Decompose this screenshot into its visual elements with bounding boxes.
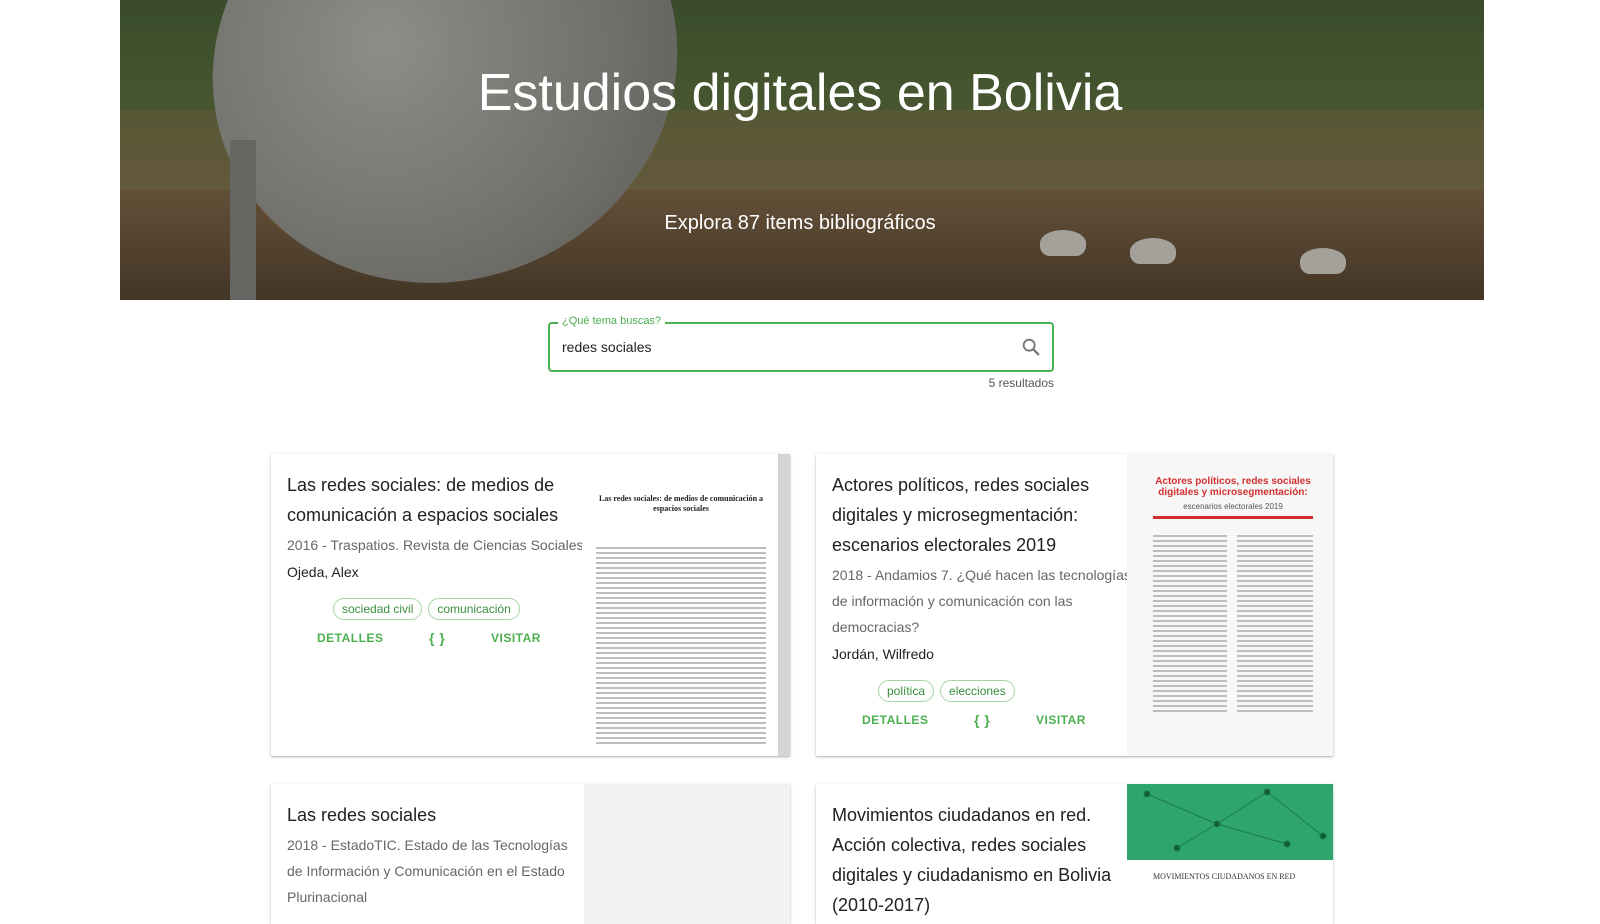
thumbnail-title: MOVIMIENTOS CIUDADANOS EN RED — [1153, 872, 1296, 881]
tag-chip[interactable]: comunicación — [428, 598, 520, 620]
thumbnail-text-lines — [1153, 532, 1227, 715]
result-card: Las redes sociales 2018 - EstadoTIC. Est… — [271, 784, 790, 924]
card-content: Actores políticos, redes sociales digita… — [832, 470, 1132, 728]
document-thumbnail: Actores políticos, redes sociales digita… — [1127, 454, 1333, 756]
card-title[interactable]: Las redes sociales — [287, 800, 587, 830]
thumbnail-title: Las redes sociales: de medios de comunic… — [598, 494, 764, 513]
search-icon[interactable] — [1020, 336, 1042, 358]
visit-button[interactable]: VISITAR — [491, 631, 541, 645]
card-actions: DETALLES { } VISITAR — [832, 712, 1132, 728]
tag-chip[interactable]: sociedad civil — [333, 598, 423, 620]
search-input[interactable]: redes sociales — [562, 339, 652, 355]
card-content: Movimientos ciudadanos en red. Acción co… — [832, 800, 1132, 920]
thumbnail-text-lines — [596, 544, 766, 747]
card-publication: 2016 - Traspatios. Revista de Ciencias S… — [287, 537, 584, 553]
document-thumbnail: MOVIMIENTOS CIUDADANOS EN RED — [1127, 784, 1333, 924]
page-title: Estudios digitales en Bolivia — [477, 64, 1123, 122]
thumbnail-text-lines — [1237, 532, 1313, 715]
network-graph-image — [1143, 788, 1327, 852]
card-author: Ojeda, Alex — [287, 564, 359, 580]
thumbnail-title: Actores políticos, redes sociales digita… — [1155, 476, 1311, 498]
card-publication: 2018 - EstadoTIC. Estado de las Tecnolog… — [287, 837, 568, 905]
result-card: Las redes sociales: de medios de comunic… — [271, 454, 790, 756]
tag-list: política elecciones — [832, 680, 1132, 702]
document-thumbnail: Las redes sociales: de medios de comunic… — [582, 454, 778, 756]
card-content: Las redes sociales: de medios de comunic… — [287, 470, 587, 646]
card-actions: DETALLES { } VISITAR — [287, 630, 587, 646]
result-card: Actores políticos, redes sociales digita… — [816, 454, 1333, 756]
card-title[interactable]: Movimientos ciudadanos en red. Acción co… — [832, 800, 1132, 920]
thumbnail-page: MOVIMIENTOS CIUDADANOS EN RED — [1127, 860, 1333, 924]
card-author: Jordán, Wilfredo — [832, 646, 934, 662]
card-publication: 2018 - Andamios 7. ¿Qué hacen las tecnol… — [832, 567, 1131, 635]
hero-overlay — [120, 0, 1484, 300]
page-subtitle: Explora 87 items bibliográficos — [664, 212, 936, 234]
card-title[interactable]: Actores políticos, redes sociales digita… — [832, 470, 1132, 560]
tag-chip[interactable]: política — [878, 680, 935, 702]
card-content: Las redes sociales 2018 - EstadoTIC. Est… — [287, 800, 587, 910]
thumbnail-scrollbar[interactable] — [778, 454, 790, 756]
thumbnail-subtitle: escenarios electorales 2019 — [1183, 502, 1283, 511]
visit-button[interactable]: VISITAR — [1036, 713, 1086, 727]
thumbnail-rule — [1153, 516, 1313, 519]
tag-list: sociedad civil comunicación — [287, 598, 587, 620]
search-label: ¿Qué tema buscas? — [558, 315, 666, 327]
details-button[interactable]: DETALLES — [317, 631, 429, 645]
details-button[interactable]: DETALLES — [862, 713, 974, 727]
search-field[interactable]: ¿Qué tema buscas? redes sociales — [548, 315, 1054, 372]
hero-banner — [120, 0, 1484, 300]
cite-button[interactable]: { } — [429, 630, 491, 646]
card-title[interactable]: Las redes sociales: de medios de comunic… — [287, 470, 587, 530]
results-count: 5 resultados — [988, 376, 1054, 390]
cite-button[interactable]: { } — [974, 712, 1036, 728]
result-card: Movimientos ciudadanos en red. Acción co… — [816, 784, 1333, 924]
document-thumbnail-placeholder — [584, 784, 790, 924]
tag-chip[interactable]: elecciones — [940, 680, 1015, 702]
